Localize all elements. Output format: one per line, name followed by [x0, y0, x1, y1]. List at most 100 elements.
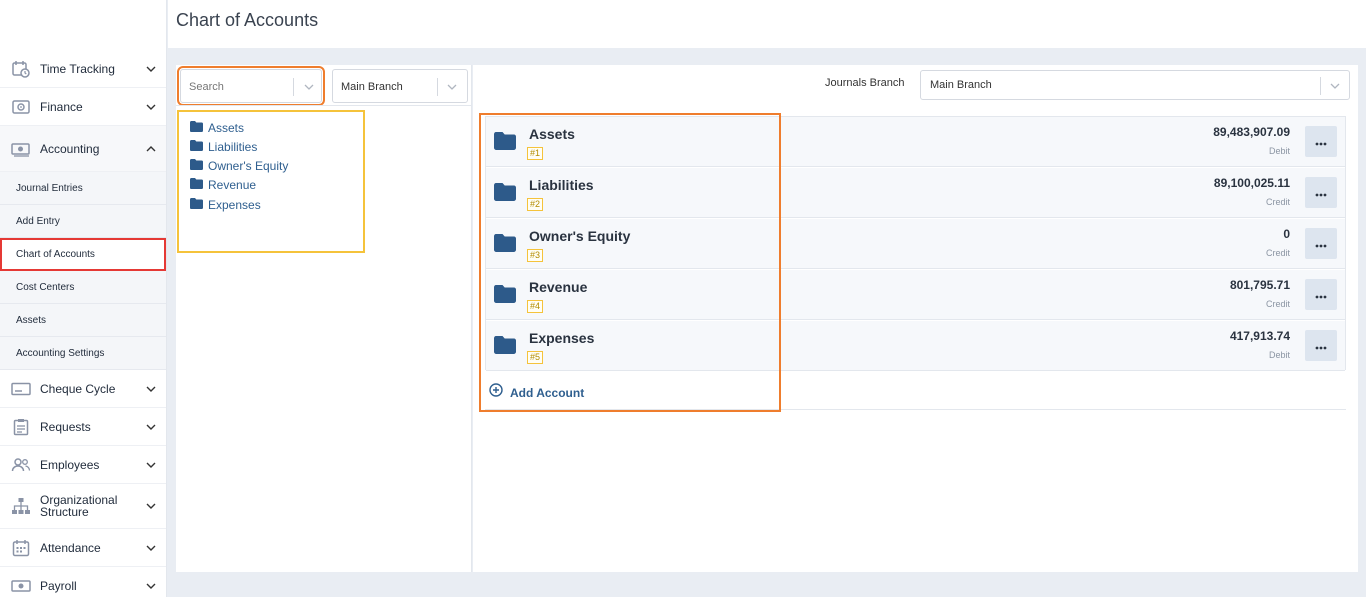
branch-select-value: Main Branch [341, 81, 403, 93]
sidebar-item-label: Payroll [40, 578, 77, 593]
sidebar-item-cheque-cycle[interactable]: Cheque Cycle [0, 370, 166, 408]
accounts-tree-panel: Main Branch Assets Liabilities Owner's E… [176, 65, 472, 572]
account-name[interactable]: Expenses [529, 330, 594, 346]
org-chart-icon [10, 496, 32, 516]
account-row[interactable]: Assets #1 89,483,907.09 Debit [486, 117, 1345, 167]
divider [485, 409, 1346, 410]
sidebar-item-requests[interactable]: Requests [0, 408, 166, 446]
sidebar-item-label: Employees [40, 457, 100, 472]
ellipsis-icon [1315, 235, 1327, 253]
account-balance: 0 [1283, 227, 1290, 241]
sidebar-header [0, 0, 166, 50]
chevron-down-icon [146, 422, 156, 432]
sidebar-item-attendance[interactable]: Attendance [0, 529, 166, 567]
folder-icon [494, 234, 516, 257]
sidebar-item-label: Accounting [40, 141, 100, 156]
chevron-up-icon [146, 144, 156, 154]
tree-item-liabilities[interactable]: Liabilities [190, 140, 257, 154]
account-code-badge: #2 [527, 198, 544, 211]
account-row[interactable]: Liabilities #2 89,100,025.11 Credit [486, 168, 1345, 218]
account-balance: 89,100,025.11 [1213, 176, 1290, 190]
folder-icon [190, 198, 203, 212]
folder-icon [190, 140, 203, 154]
add-account-label: Add Account [510, 385, 585, 400]
journals-branch-select[interactable]: Main Branch [920, 70, 1350, 100]
tree-item-assets[interactable]: Assets [190, 121, 244, 135]
tree-item-revenue[interactable]: Revenue [190, 178, 256, 192]
chevron-down-icon [146, 460, 156, 470]
account-name[interactable]: Liabilities [529, 177, 594, 193]
sidebar-item-label: Requests [40, 419, 91, 434]
sidebar-item-employees[interactable]: Employees [0, 446, 166, 484]
account-balance: 417,913.74 [1229, 329, 1290, 343]
select-divider [437, 78, 438, 96]
sidebar-subitem-chart-of-accounts[interactable]: Chart of Accounts [0, 238, 166, 271]
chevron-down-icon [146, 501, 156, 511]
sidebar-item-time-tracking[interactable]: Time Tracking [0, 50, 166, 88]
divider [176, 105, 472, 106]
sidebar-item-label: Finance [40, 99, 83, 114]
account-tree: Assets Liabilities Owner's Equity Revenu… [177, 110, 365, 253]
sidebar-subitem-add-entry[interactable]: Add Entry [0, 205, 166, 238]
sidebar-item-label: Organizational Structure [40, 493, 118, 519]
tree-item-label: Expenses [208, 198, 261, 212]
account-row[interactable]: Expenses #5 417,913.74 Debit [486, 321, 1345, 371]
folder-icon [190, 159, 203, 173]
search-input[interactable] [189, 77, 289, 97]
sidebar-item-organizational-structure[interactable]: Organizational Structure [0, 484, 166, 529]
more-options-button[interactable] [1305, 228, 1337, 259]
sidebar-subitem-assets[interactable]: Assets [0, 304, 166, 337]
account-balance: 89,483,907.09 [1213, 125, 1290, 139]
account-balance-type: Debit [1268, 146, 1290, 156]
page-header: Chart of Accounts [168, 0, 1366, 48]
select-divider [1320, 77, 1321, 95]
folder-icon [190, 178, 203, 192]
add-account-button[interactable]: Add Account [489, 383, 584, 402]
page-title: Chart of Accounts [176, 10, 319, 30]
chevron-down-icon[interactable] [303, 81, 315, 93]
folder-icon [494, 285, 516, 308]
clipboard-icon [10, 417, 32, 437]
chevron-down-icon[interactable] [1329, 80, 1341, 92]
sidebar-subitem-journal-entries[interactable]: Journal Entries [0, 172, 166, 205]
account-name[interactable]: Assets [529, 126, 575, 142]
plus-circle-icon [489, 383, 503, 402]
tree-item-label: Assets [208, 121, 245, 135]
account-name[interactable]: Revenue [529, 279, 587, 295]
tree-item-expenses[interactable]: Expenses [190, 198, 261, 212]
account-row[interactable]: Revenue #4 801,795.71 Credit [486, 270, 1345, 320]
safe-icon [10, 97, 32, 117]
calendar-clock-icon [10, 59, 32, 79]
account-row[interactable]: Owner's Equity #3 0 Credit [486, 219, 1345, 269]
chevron-down-icon [146, 64, 156, 74]
branch-select[interactable]: Main Branch [332, 69, 468, 103]
account-name[interactable]: Owner's Equity [529, 228, 630, 244]
search-select[interactable] [177, 66, 325, 106]
ellipsis-icon [1315, 133, 1327, 151]
tree-item-label: Owner's Equity [208, 159, 289, 173]
sidebar-item-payroll[interactable]: Payroll [0, 567, 166, 597]
more-options-button[interactable] [1305, 177, 1337, 208]
sidebar-subitem-accounting-settings[interactable]: Accounting Settings [0, 337, 166, 370]
accounts-table: Assets #1 89,483,907.09 Debit Liabilitie… [485, 116, 1346, 371]
more-options-button[interactable] [1305, 330, 1337, 361]
more-options-button[interactable] [1305, 126, 1337, 157]
account-balance-type: Credit [1265, 299, 1290, 309]
more-options-button[interactable] [1305, 279, 1337, 310]
users-icon [10, 455, 32, 475]
sidebar-item-accounting[interactable]: Accounting [0, 126, 166, 172]
sidebar-item-label: Attendance [40, 540, 101, 555]
journals-branch-label: Journals Branch [825, 77, 905, 89]
tree-item-owners-equity[interactable]: Owner's Equity [190, 159, 288, 173]
sidebar: Time Tracking Finance Accounting Journal… [0, 0, 167, 597]
calendar-icon [10, 538, 32, 558]
account-code-badge: #4 [527, 300, 544, 313]
chevron-down-icon[interactable] [446, 81, 458, 93]
journals-branch-value: Main Branch [930, 79, 992, 91]
account-balance: 801,795.71 [1229, 278, 1290, 292]
sidebar-item-label: Time Tracking [40, 61, 115, 76]
sidebar-subitem-cost-centers[interactable]: Cost Centers [0, 271, 166, 304]
cash-icon [10, 139, 32, 159]
account-balance-type: Debit [1268, 350, 1290, 360]
sidebar-item-finance[interactable]: Finance [0, 88, 166, 126]
